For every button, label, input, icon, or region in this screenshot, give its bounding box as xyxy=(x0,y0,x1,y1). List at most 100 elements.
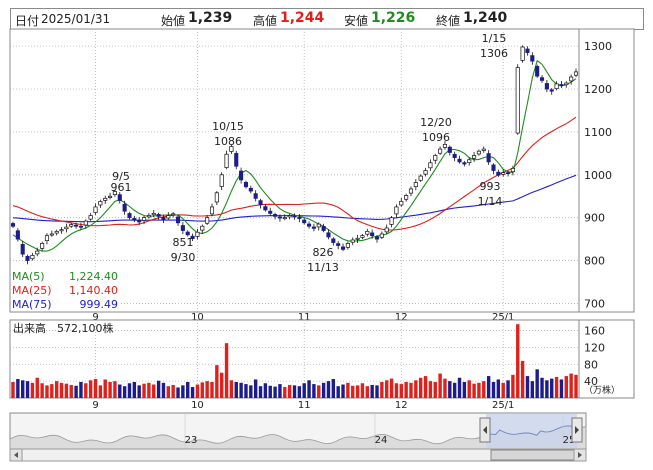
candle-body xyxy=(476,150,481,155)
candle-body xyxy=(25,256,30,261)
annotation-label: 1086 xyxy=(214,135,242,148)
volume-bar xyxy=(535,369,539,398)
candle-body xyxy=(501,172,506,175)
navigator-year-label: 24 xyxy=(375,435,388,446)
volume-bar xyxy=(25,381,30,398)
candle-body xyxy=(336,243,341,246)
volume-bar xyxy=(326,381,331,398)
candle-body xyxy=(98,201,103,206)
volume-bar xyxy=(79,381,83,398)
candle-body xyxy=(326,232,331,238)
candle-body xyxy=(472,155,477,159)
candle-body xyxy=(442,143,448,148)
volume-bar xyxy=(389,378,394,398)
volume-bar xyxy=(574,374,578,398)
volume-bar xyxy=(249,385,253,398)
volume-bar xyxy=(550,378,554,398)
volume-bar xyxy=(336,386,340,398)
candle-body xyxy=(64,226,69,230)
candle-body xyxy=(195,231,200,237)
volume-bar xyxy=(414,380,418,398)
volume-bar xyxy=(205,381,209,398)
volume-bar xyxy=(224,343,229,398)
candle-body xyxy=(214,192,219,203)
volume-bar xyxy=(472,383,476,398)
candle-body xyxy=(108,195,113,198)
candle-body xyxy=(103,198,108,201)
price-tick-label: 1000 xyxy=(584,169,612,182)
volume-bar xyxy=(501,382,505,398)
candle-body xyxy=(506,172,511,174)
volume-bar xyxy=(545,380,549,398)
candle-body xyxy=(263,206,268,211)
candle-body xyxy=(146,215,151,218)
candle-body xyxy=(462,162,467,165)
navigator-scrollbar[interactable] xyxy=(9,448,587,462)
volume-tick-label: 80 xyxy=(584,358,598,371)
volume-bar xyxy=(409,382,413,398)
candle-body xyxy=(496,171,501,176)
candle-body xyxy=(44,235,50,242)
volume-month-label: 10 xyxy=(191,400,204,411)
volume-bar xyxy=(59,382,64,398)
volume-bar xyxy=(312,384,316,398)
volume-bar xyxy=(380,381,384,398)
volume-bar xyxy=(98,385,103,398)
candle-body xyxy=(209,206,215,215)
candle-body xyxy=(307,223,312,227)
legend-name: MA(75) xyxy=(12,298,52,311)
volume-bar xyxy=(45,385,49,398)
volume-bar xyxy=(263,383,268,398)
volume-bar xyxy=(287,384,292,398)
volume-bar xyxy=(520,360,525,398)
candle-body xyxy=(253,193,258,199)
candle-body xyxy=(535,66,540,77)
volume-bar xyxy=(317,385,321,398)
volume-bar xyxy=(21,380,25,398)
volume-bar xyxy=(215,365,219,398)
candle-body xyxy=(54,231,59,234)
volume-bar xyxy=(385,380,389,398)
annotation-label: 993 xyxy=(480,180,501,193)
candle-body xyxy=(297,217,302,219)
candle-body xyxy=(350,239,355,243)
annotation-label: 826 xyxy=(313,246,334,259)
annotation-label: 1/14 xyxy=(478,195,503,208)
candle-body xyxy=(370,232,375,237)
candle-body xyxy=(15,230,20,240)
volume-bar xyxy=(113,381,117,398)
navigator-right-handle[interactable] xyxy=(571,417,583,443)
volume-bar xyxy=(268,385,272,398)
volume-bar xyxy=(200,382,204,398)
volume-bar xyxy=(443,378,447,398)
candle-body xyxy=(127,213,132,219)
candle-body xyxy=(156,214,161,217)
volume-bar xyxy=(35,377,39,398)
volume-bar xyxy=(394,383,399,398)
volume-bar xyxy=(511,374,515,398)
annotation-label: 9/30 xyxy=(171,251,196,264)
volume-bar xyxy=(127,383,132,398)
candle-body xyxy=(277,216,282,219)
scrollbar-thumb[interactable] xyxy=(490,449,578,461)
candle-body xyxy=(447,146,452,153)
candle-body xyxy=(418,175,423,181)
volume-bar xyxy=(491,381,496,398)
candle-body xyxy=(549,89,554,92)
price-tick-label: 700 xyxy=(584,297,605,310)
navigator-left-handle[interactable] xyxy=(479,417,491,443)
candle-body xyxy=(365,231,370,235)
candle-body xyxy=(69,224,74,227)
annotation-label: 851 xyxy=(173,236,194,249)
volume-month-label: 25/1 xyxy=(492,400,514,411)
volume-bar xyxy=(404,381,408,398)
volume-bar xyxy=(496,379,501,398)
volume-bar xyxy=(351,385,355,398)
volume-bar xyxy=(462,381,467,398)
price-tick-label: 900 xyxy=(584,212,605,225)
volume-bar xyxy=(467,380,471,398)
volume-bar xyxy=(365,386,370,398)
candle-body xyxy=(175,216,181,224)
candle-body xyxy=(93,206,98,213)
candle-body xyxy=(302,219,307,224)
